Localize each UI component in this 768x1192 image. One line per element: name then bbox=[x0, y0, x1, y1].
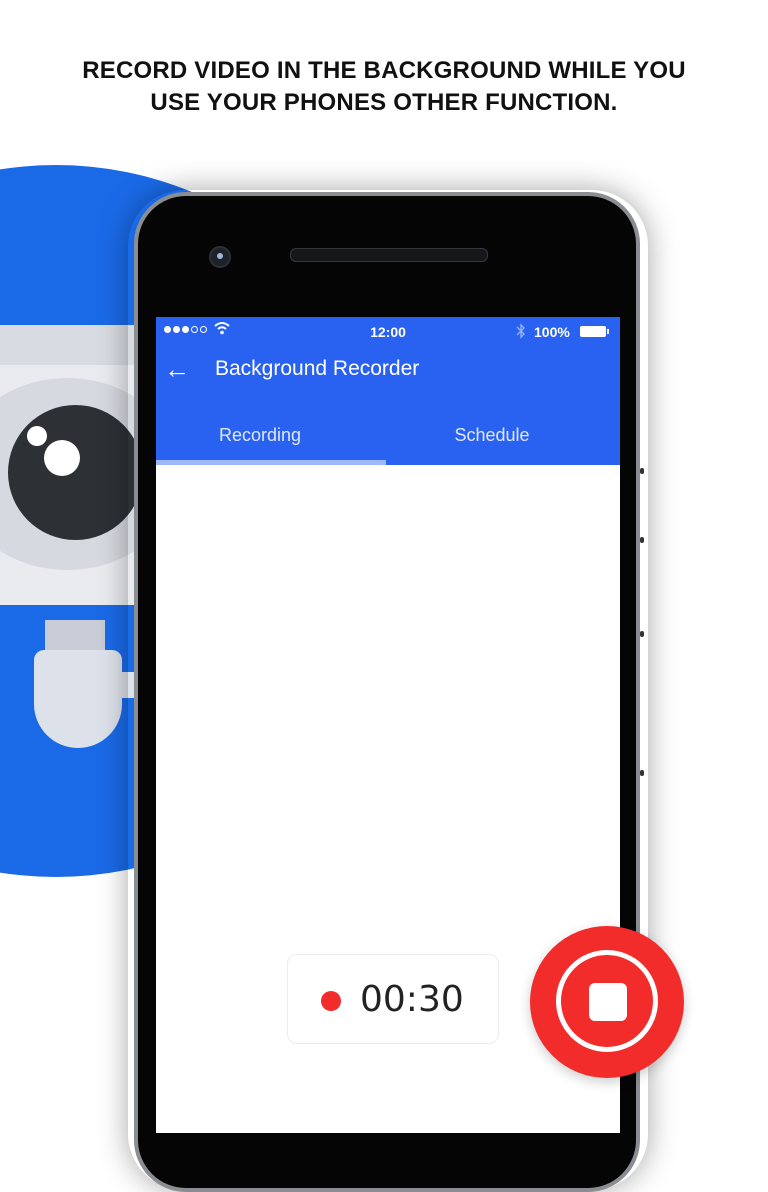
earpiece-speaker bbox=[290, 248, 488, 262]
recording-timer-card: 00:30 bbox=[287, 954, 499, 1044]
stop-icon bbox=[589, 983, 627, 1021]
tab-schedule[interactable]: Schedule bbox=[376, 423, 608, 447]
lens-glint-small bbox=[27, 426, 47, 446]
side-button bbox=[640, 537, 644, 543]
side-button bbox=[640, 770, 644, 776]
app-title: Background Recorder bbox=[215, 357, 420, 380]
lens-glint-large bbox=[44, 440, 80, 476]
active-tab-indicator bbox=[156, 460, 386, 465]
side-button bbox=[640, 631, 644, 637]
app-bar: 12:00 100% ← Background Recorder Recordi… bbox=[156, 317, 620, 465]
camera-lens bbox=[8, 405, 143, 540]
camera-mount bbox=[34, 650, 122, 748]
side-button bbox=[640, 468, 644, 474]
back-arrow-icon[interactable]: ← bbox=[164, 353, 190, 385]
recording-dot-icon bbox=[321, 991, 341, 1011]
elapsed-time: 00:30 bbox=[360, 979, 464, 1020]
bluetooth-icon bbox=[516, 323, 526, 342]
status-bar: 12:00 100% bbox=[156, 317, 620, 347]
front-camera-icon bbox=[209, 246, 231, 268]
tab-recording[interactable]: Recording bbox=[156, 423, 376, 447]
stop-recording-button[interactable] bbox=[530, 926, 684, 1078]
battery-percent: 100% bbox=[534, 324, 570, 340]
battery-icon bbox=[580, 326, 609, 337]
